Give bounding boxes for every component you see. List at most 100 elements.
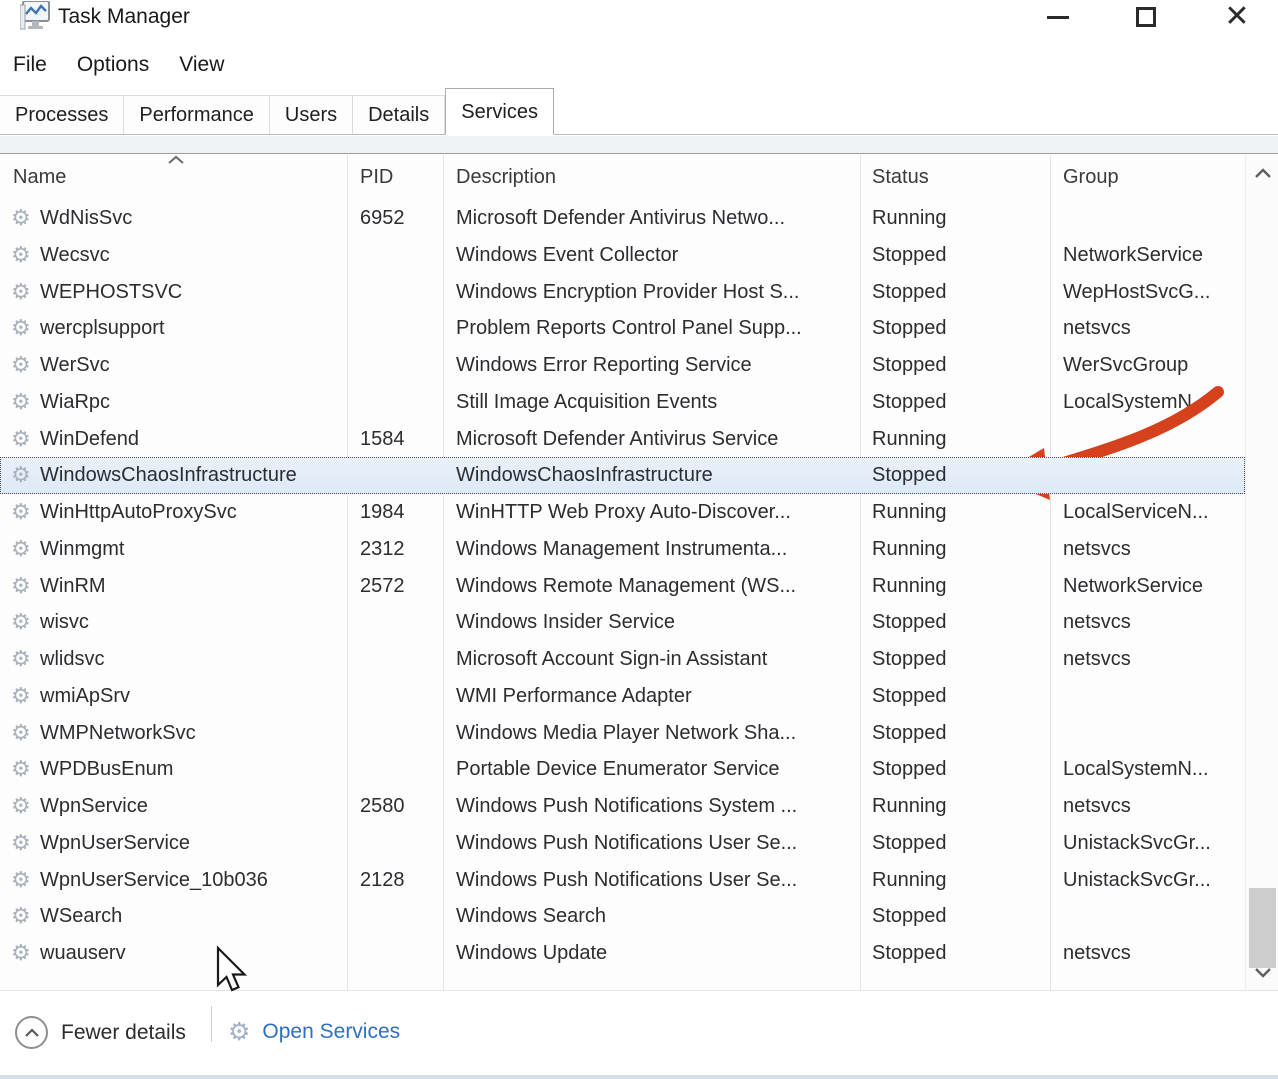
service-gear-icon: ⚙ [11,274,31,311]
table-row[interactable]: ⚙ WdNisSvc 6952 Microsoft Defender Antiv… [0,200,1245,237]
cell-group: LocalSystemN... [1063,751,1209,788]
cell-description: WinHTTP Web Proxy Auto-Discover... [456,494,791,531]
cell-status: Running [872,200,947,237]
table-row[interactable]: ⚙ wmiApSrv WMI Performance Adapter Stopp… [0,678,1245,715]
tab-performance[interactable]: Performance [124,95,270,134]
cell-status: Running [872,421,947,458]
table-row[interactable]: ⚙ wuauserv Windows Update Stopped netsvc… [0,935,1245,972]
scroll-down-button[interactable] [1246,956,1278,988]
cell-description: Windows Error Reporting Service [456,347,752,384]
maximize-button[interactable] [1114,0,1178,34]
window-title: Task Manager [58,5,190,29]
fewer-details-button[interactable]: Fewer details [15,1016,186,1049]
footer-divider [211,1006,212,1042]
cell-pid: 2312 [360,531,405,568]
cell-name: Winmgmt [40,531,124,568]
table-row[interactable]: ⚙ WerSvc Windows Error Reporting Service… [0,347,1245,384]
table-row[interactable]: ⚙ Winmgmt 2312 Windows Management Instru… [0,531,1245,568]
service-gear-icon: ⚙ [11,384,31,421]
tab-processes[interactable]: Processes [0,95,124,134]
table-row[interactable]: ⚙ WiaRpc Still Image Acquisition Events … [0,384,1245,421]
table-row[interactable]: ⚙ WpnUserService_10b036 2128 Windows Pus… [0,862,1245,899]
cell-group: NetworkService [1063,237,1203,274]
table-row[interactable]: ⚙ WMPNetworkSvc Windows Media Player Net… [0,715,1245,752]
table-row[interactable]: ⚙ wercplsupport Problem Reports Control … [0,310,1245,347]
table-row[interactable]: ⚙ Wecsvc Windows Event Collector Stopped… [0,237,1245,274]
cell-name: WEPHOSTSVC [40,274,182,311]
scroll-up-button[interactable] [1246,157,1278,189]
table-header: Name PID Description Status Group [0,155,1245,200]
cell-description: Windows Push Notifications User Se... [456,825,797,862]
minimize-button[interactable] [1026,0,1090,34]
task-manager-window: Task Manager ✕ File Options View Processes… [0,0,1278,1079]
service-gear-icon: ⚙ [11,494,31,531]
cell-status: Stopped [872,825,947,862]
table-row[interactable]: ⚙ WpnUserService Windows Push Notificati… [0,825,1245,862]
cell-name: WiaRpc [40,384,110,421]
cell-description: Problem Reports Control Panel Supp... [456,310,802,347]
cell-name: Wecsvc [40,237,110,274]
service-gear-icon: ⚙ [11,604,31,641]
cell-name: WerSvc [40,347,110,384]
table-row[interactable]: ⚙ WSearch Windows Search Stopped [0,898,1245,935]
table-row[interactable]: ⚙ WpnService 2580 Windows Push Notificat… [0,788,1245,825]
tab-users[interactable]: Users [270,95,353,134]
column-header-status[interactable]: Status [872,155,929,200]
cell-pid: 2128 [360,862,405,899]
service-gear-icon: ⚙ [11,825,31,862]
cell-status: Running [872,494,947,531]
cell-group: LocalServiceN... [1063,494,1209,531]
cell-description: Windows Push Notifications User Se... [456,862,797,899]
service-gear-icon: ⚙ [11,678,31,715]
column-header-group[interactable]: Group [1063,155,1119,200]
table-row[interactable]: ⚙ WinHttpAutoProxySvc 1984 WinHTTP Web P… [0,494,1245,531]
cell-pid: 1584 [360,421,405,458]
cell-status: Stopped [872,898,947,935]
window-bottom-edge [0,1075,1278,1079]
service-gear-icon: ⚙ [11,935,31,972]
service-gear-icon: ⚙ [11,715,31,752]
cell-description: Windows Media Player Network Sha... [456,715,796,752]
table-row[interactable]: ⚙ WPDBusEnum Portable Device Enumerator … [0,751,1245,788]
column-header-pid[interactable]: PID [360,155,393,200]
table-body: ⚙ WdNisSvc 6952 Microsoft Defender Antiv… [0,200,1245,972]
cell-status: Stopped [872,604,947,641]
service-gear-icon: ⚙ [11,237,31,274]
close-button[interactable]: ✕ [1205,0,1269,34]
menu-item-file[interactable]: File [13,53,47,77]
open-services-link[interactable]: ⚙ Open Services [228,1016,400,1048]
services-gear-icon: ⚙ [228,1016,250,1048]
table-row[interactable]: ⚙ WindowsChaosInfrastructure WindowsChao… [0,457,1245,494]
cell-status: Running [872,531,947,568]
table-row[interactable]: ⚙ wisvc Windows Insider Service Stopped … [0,604,1245,641]
cell-description: Windows Event Collector [456,237,678,274]
column-header-description[interactable]: Description [456,155,556,200]
menu-item-view[interactable]: View [179,53,224,77]
cell-description: Windows Encryption Provider Host S... [456,274,799,311]
tab-services[interactable]: Services [445,88,554,135]
table-row[interactable]: ⚙ WEPHOSTSVC Windows Encryption Provider… [0,274,1245,311]
cell-name: WpnService [40,788,148,825]
cell-description: Microsoft Account Sign-in Assistant [456,641,767,678]
cell-name: WdNisSvc [40,200,132,237]
cell-description: Windows Update [456,935,607,972]
cell-description: Windows Search [456,898,606,935]
cell-status: Stopped [872,384,947,421]
table-row[interactable]: ⚙ WinDefend 1584 Microsoft Defender Anti… [0,421,1245,458]
column-header-name[interactable]: Name [13,155,66,200]
cell-description: Windows Push Notifications System ... [456,788,797,825]
cell-name: WinRM [40,568,106,605]
cell-name: WpnUserService_10b036 [40,862,268,899]
cell-group: WerSvcGroup [1063,347,1188,384]
menu-bar: File Options View [0,46,1278,84]
table-row[interactable]: ⚙ WinRM 2572 Windows Remote Management (… [0,568,1245,605]
cell-name: wercplsupport [40,310,165,347]
minimize-icon [1047,16,1069,19]
title-bar: Task Manager ✕ [0,0,1278,38]
menu-item-options[interactable]: Options [77,53,149,77]
tab-details[interactable]: Details [353,95,445,134]
table-row[interactable]: ⚙ wlidsvc Microsoft Account Sign-in Assi… [0,641,1245,678]
cell-status: Stopped [872,678,947,715]
vertical-scrollbar[interactable] [1245,155,1278,990]
cell-description: Microsoft Defender Antivirus Netwo... [456,200,785,237]
